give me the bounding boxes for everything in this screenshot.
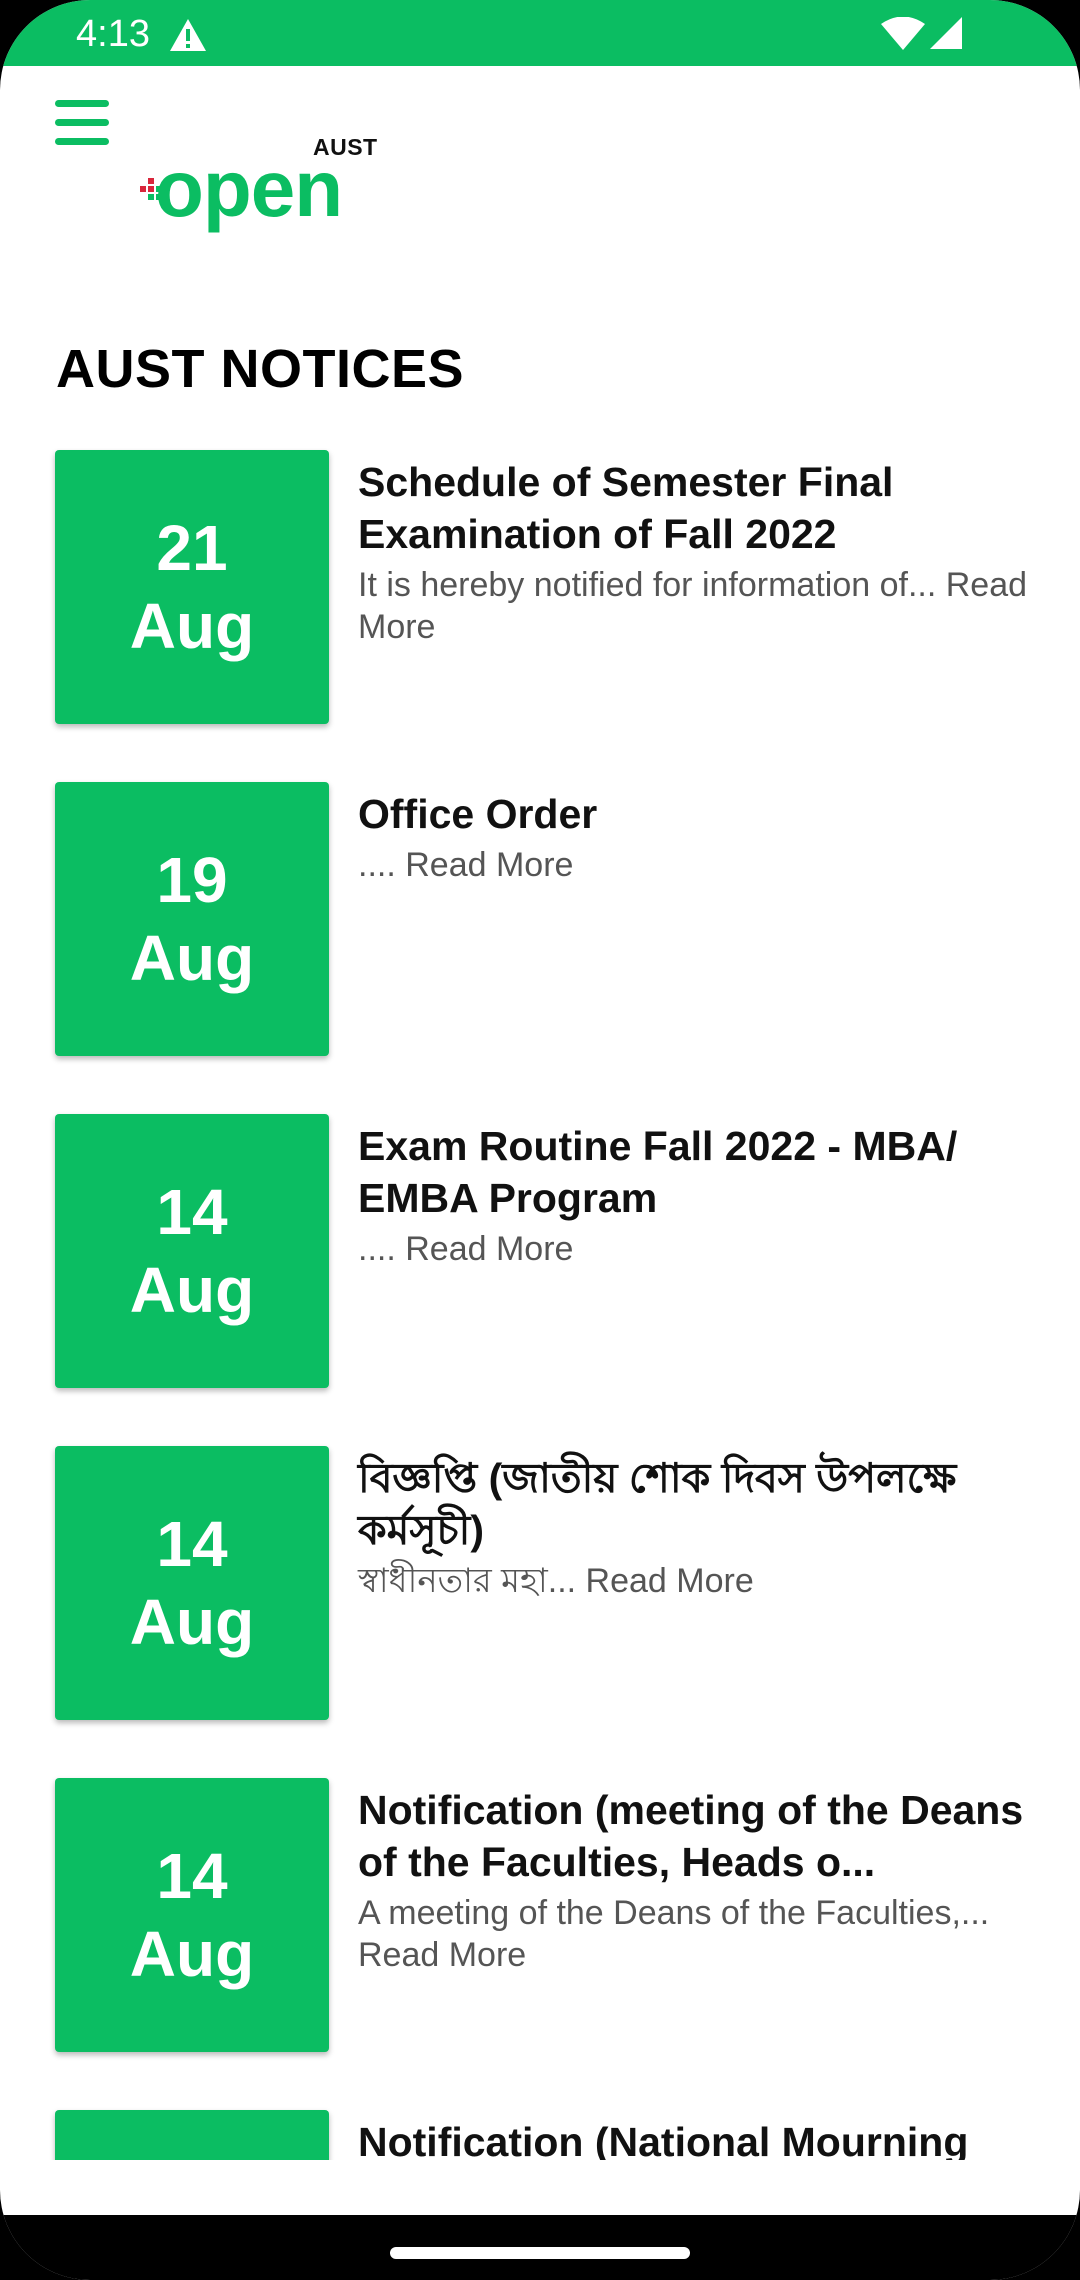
date-day: 14 [156, 1840, 228, 1912]
date-card [55, 2110, 329, 2160]
date-card: 19 Aug [55, 782, 329, 1056]
notice-title: Schedule of Semester Final Examination o… [358, 459, 894, 557]
date-card: 21 Aug [55, 450, 329, 724]
date-month: Aug [129, 922, 255, 994]
notice-title: Exam Routine Fall 2022 - MBA/ EMBA Progr… [358, 1123, 958, 1221]
notice-item[interactable]: 21 Aug Schedule of Semester Final Examin… [0, 448, 1080, 726]
notice-title: Notification (National Mourning [358, 2119, 969, 2160]
date-card: 14 Aug [55, 1778, 329, 2052]
menu-icon[interactable] [55, 100, 109, 146]
notice-description: .... Read More [358, 846, 574, 884]
date-card: 14 Aug [55, 1114, 329, 1388]
notice-text: Notification (meeting of the Deans of th… [358, 1784, 1028, 1976]
notice-title: বিজ্ঞপ্তি (জাতীয় শোক দিবস উপলক্ষে কর্মস… [358, 1455, 957, 1553]
navigation-bar [0, 2215, 1080, 2280]
notice-item[interactable]: 14 Aug বিজ্ঞপ্তি (জাতীয় শোক দিবস উপলক্ষ… [0, 1444, 1080, 1722]
notice-text: Notification (National Mourning [358, 2116, 1028, 2160]
notice-list[interactable]: 21 Aug Schedule of Semester Final Examin… [0, 448, 1080, 2160]
notice-description: .... Read More [358, 1230, 574, 1268]
date-day: 14 [156, 1176, 228, 1248]
date-month: Aug [129, 1586, 255, 1658]
home-indicator[interactable] [390, 2247, 690, 2259]
date-month: Aug [129, 590, 255, 662]
date-month: Aug [129, 1254, 255, 1326]
notice-item[interactable]: 19 Aug Office Order .... Read More [0, 780, 1080, 1058]
notice-text: বিজ্ঞপ্তি (জাতীয় শোক দিবস উপলক্ষে কর্মস… [358, 1452, 1028, 1602]
app-logo: AUST open [140, 66, 400, 233]
notice-description: It is hereby notified for information of… [358, 566, 1028, 646]
date-card: 14 Aug [55, 1446, 329, 1720]
notice-text: Exam Routine Fall 2022 - MBA/ EMBA Progr… [358, 1120, 1028, 1270]
page-title: AUST NOTICES [56, 339, 465, 399]
logo-word-text: open [155, 144, 343, 233]
notice-text: Schedule of Semester Final Examination o… [358, 456, 1028, 648]
notice-text: Office Order .... Read More [358, 788, 1028, 886]
signal-icon [930, 17, 962, 49]
date-month: Aug [129, 1918, 255, 1990]
screen: 4:13 AUST open AUST NOTICES 21 Aug Sched… [0, 0, 1080, 2280]
notice-title: Office Order [358, 791, 598, 837]
date-day: 19 [156, 844, 228, 916]
wifi-icon [881, 17, 925, 50]
status-bar: 4:13 [0, 0, 1080, 66]
notice-item[interactable]: 14 Aug Notification (meeting of the Dean… [0, 1776, 1080, 2054]
notice-description: A meeting of the Deans of the Faculties,… [358, 1894, 990, 1974]
notice-item[interactable]: 14 Aug Exam Routine Fall 2022 - MBA/ EMB… [0, 1112, 1080, 1390]
status-time: 4:13 [76, 13, 150, 55]
notice-description: স্বাধীনতার মহা... Read More [358, 1562, 754, 1600]
notice-item[interactable]: Notification (National Mourning [0, 2108, 1080, 2160]
notice-title: Notification (meeting of the Deans of th… [358, 1787, 1024, 1885]
warning-icon [170, 19, 206, 51]
date-day: 14 [156, 1508, 228, 1580]
date-day: 21 [156, 512, 228, 584]
